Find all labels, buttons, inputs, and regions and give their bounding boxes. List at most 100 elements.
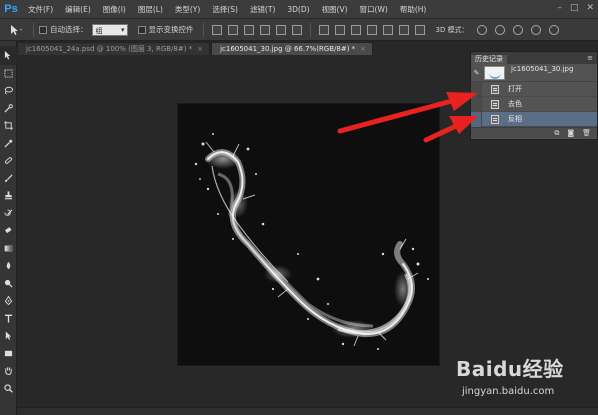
tab-label: jc1605041_24a.psd @ 100% (图层 3, RGB/8#) …	[26, 45, 193, 53]
distribute-left-icon[interactable]	[366, 24, 377, 35]
history-brush-slot[interactable]	[471, 96, 482, 112]
menu-help[interactable]: 帮助(H)	[394, 4, 433, 15]
align-left-icon[interactable]	[259, 24, 270, 35]
move-tool-icon[interactable]	[0, 47, 17, 65]
panel-menu-icon[interactable]: ≡	[587, 54, 593, 62]
show-transform-label: 显示变换控件	[148, 25, 194, 34]
pen-tool-icon[interactable]	[0, 292, 17, 310]
photoshop-window: Ps 文件(F) 编辑(E) 图像(I) 图层(L) 类型(Y) 选择(S) 滤…	[0, 0, 598, 415]
auto-select-checkbox[interactable]	[39, 25, 47, 34]
trash-icon[interactable]: 🗑	[582, 129, 591, 137]
clone-stamp-tool-icon[interactable]	[0, 187, 17, 205]
menu-image[interactable]: 图像(I)	[97, 4, 132, 15]
history-item-desaturate[interactable]: 去色	[471, 96, 597, 112]
history-brush-source-icon[interactable]: ✎	[471, 69, 482, 77]
align-top-icon[interactable]	[211, 24, 222, 35]
history-item-invert[interactable]: 反相	[471, 111, 597, 127]
watermark-url: jingyan.baidu.com	[462, 386, 555, 397]
close-button[interactable]: ✕	[586, 3, 594, 13]
healing-brush-tool-icon[interactable]	[0, 152, 17, 170]
snapshot-thumbnail	[484, 65, 505, 80]
ps-logo: Ps	[4, 3, 18, 15]
distribute-right-icon[interactable]	[398, 24, 409, 35]
3d-pan-icon[interactable]	[512, 24, 523, 35]
3d-scale-icon[interactable]	[548, 24, 559, 35]
show-transform-checkbox[interactable]	[137, 25, 146, 34]
marquee-tool-icon[interactable]	[0, 65, 17, 83]
history-panel: 历史记录 ≡ ✎ jc1605041_30.jpg 打开 去色 反相 ⧉ ◙ 🗑	[470, 51, 598, 140]
path-select-tool-icon[interactable]	[0, 327, 17, 345]
maximize-button[interactable]: □	[570, 3, 579, 13]
auto-align-icon[interactable]	[414, 24, 425, 35]
history-state-icon	[491, 84, 499, 94]
history-state-icon	[491, 99, 499, 109]
separator	[309, 22, 311, 37]
align-bottom-icon[interactable]	[243, 24, 254, 35]
brush-tool-icon[interactable]	[0, 170, 17, 188]
minimize-button[interactable]: –	[557, 3, 562, 13]
document-canvas[interactable]	[178, 104, 439, 365]
gradient-tool-icon[interactable]	[0, 240, 17, 258]
history-snapshot[interactable]: ✎ jc1605041_30.jpg	[471, 64, 597, 82]
snapshot-camera-icon[interactable]: ◙	[567, 129, 574, 137]
history-item-label: 打开	[508, 85, 522, 93]
distribute-bottom-icon[interactable]	[350, 24, 361, 35]
history-panel-footer: ⧉ ◙ 🗑	[471, 127, 597, 138]
water-splash-image	[194, 133, 429, 350]
3d-roll-icon[interactable]	[494, 24, 505, 35]
hand-tool-icon[interactable]	[0, 362, 17, 380]
3d-rotate-icon[interactable]	[476, 24, 487, 35]
type-tool-icon[interactable]	[0, 310, 17, 328]
distribute-hcenter-icon[interactable]	[382, 24, 393, 35]
history-item-label: 反相	[508, 115, 522, 123]
blur-tool-icon[interactable]	[0, 257, 17, 275]
auto-select-label: 自动选择：	[50, 25, 88, 34]
history-panel-tab[interactable]: 历史记录	[471, 55, 507, 64]
separator	[202, 22, 204, 37]
menu-file[interactable]: 文件(F)	[20, 4, 59, 15]
align-vcenter-icon[interactable]	[227, 24, 238, 35]
menu-layer[interactable]: 图层(L)	[132, 4, 169, 15]
menu-select[interactable]: 选择(S)	[206, 4, 244, 15]
history-item-open[interactable]: 打开	[471, 81, 597, 97]
3d-mode-label: 3D 模式：	[435, 25, 469, 34]
tab-document-jpg[interactable]: jc1605041_30.jpg @ 66.7%(RGB/8#) * ×	[211, 42, 374, 55]
menu-window[interactable]: 窗口(W)	[354, 4, 394, 15]
window-controls: – □ ✕	[557, 3, 594, 13]
auto-select-dropdown[interactable]: 组	[91, 23, 128, 36]
history-item-label: 去色	[508, 100, 522, 108]
distribute-top-icon[interactable]	[318, 24, 329, 35]
history-brush-tool-icon[interactable]	[0, 205, 17, 223]
tools-panel	[0, 41, 17, 415]
menu-type[interactable]: 类型(Y)	[169, 4, 206, 15]
history-state-icon	[491, 114, 499, 124]
baidu-jingyan-watermark: Baidu经验 jingyan.baidu.com	[456, 353, 596, 413]
menu-filter[interactable]: 滤镜(T)	[244, 4, 281, 15]
history-panel-header: 历史记录 ≡	[471, 54, 597, 64]
tab-close-icon[interactable]: ×	[197, 45, 203, 53]
align-right-icon[interactable]	[291, 24, 302, 35]
separator	[33, 22, 34, 37]
menu-view[interactable]: 视图(V)	[316, 4, 354, 15]
tab-document-psd[interactable]: jc1605041_24a.psd @ 100% (图层 3, RGB/8#) …	[17, 42, 211, 55]
options-bar: 自动选择： 组 显示变换控件 3D 模式：	[0, 19, 598, 41]
eyedropper-tool-icon[interactable]	[0, 135, 17, 153]
move-tool-preset-icon[interactable]	[4, 22, 28, 38]
dodge-tool-icon[interactable]	[0, 275, 17, 293]
lasso-tool-icon[interactable]	[0, 82, 17, 100]
quick-select-tool-icon[interactable]	[0, 100, 17, 118]
history-brush-slot[interactable]	[471, 81, 482, 97]
shape-tool-icon[interactable]	[0, 345, 17, 363]
distribute-vcenter-icon[interactable]	[334, 24, 345, 35]
align-hcenter-icon[interactable]	[275, 24, 286, 35]
snapshot-label: jc1605041_30.jpg	[511, 65, 574, 73]
new-document-from-state-icon[interactable]: ⧉	[554, 129, 559, 138]
crop-tool-icon[interactable]	[0, 117, 17, 135]
zoom-tool-icon[interactable]	[0, 380, 17, 398]
eraser-tool-icon[interactable]	[0, 222, 17, 240]
tab-close-icon[interactable]: ×	[360, 45, 366, 53]
3d-slide-icon[interactable]	[530, 24, 541, 35]
menu-edit[interactable]: 编辑(E)	[59, 4, 97, 15]
history-brush-slot[interactable]	[471, 111, 482, 127]
menu-3d[interactable]: 3D(D)	[281, 5, 315, 14]
